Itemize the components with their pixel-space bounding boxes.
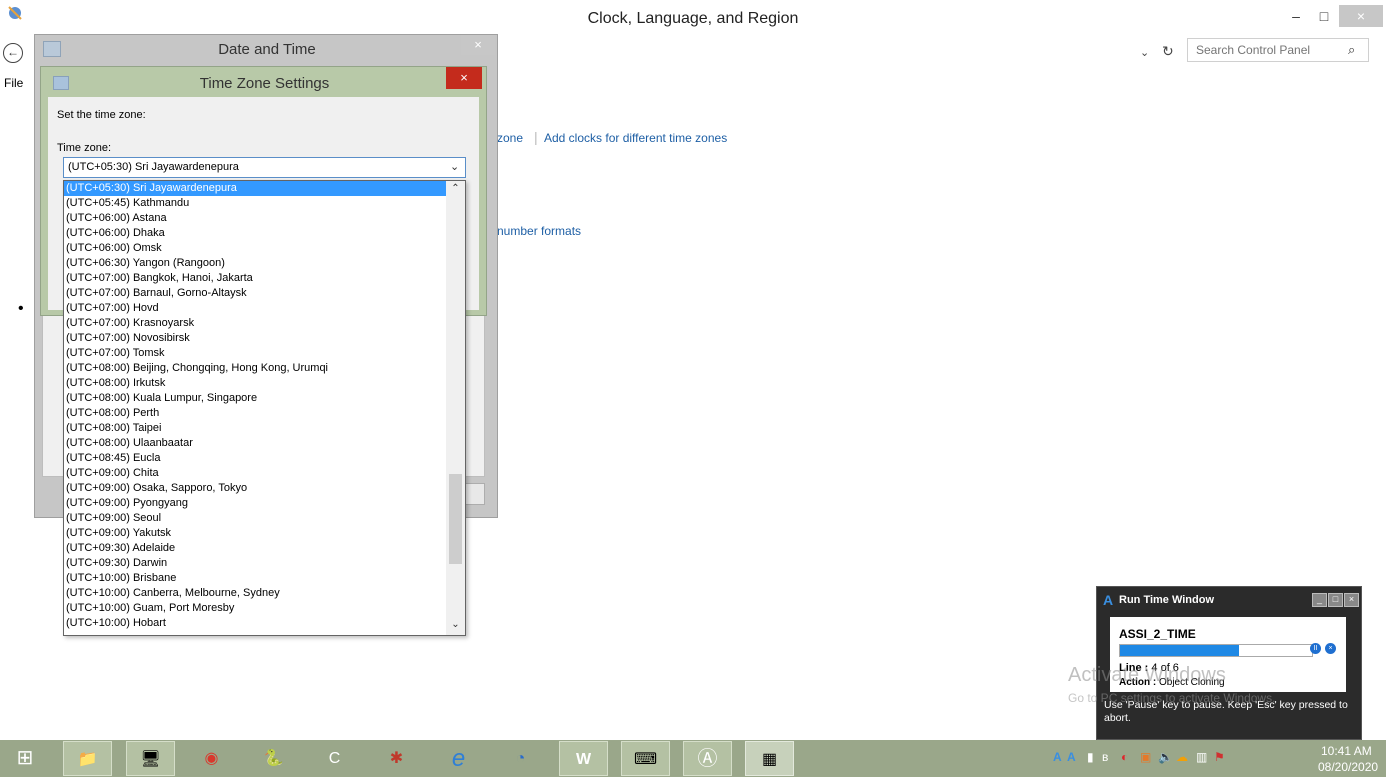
windows-start-icon[interactable]: ⊞ — [8, 741, 42, 776]
number-formats-link[interactable]: number formats — [497, 224, 581, 238]
stop-icon[interactable]: × — [1325, 643, 1336, 654]
chrome-icon[interactable]: ◉ — [187, 741, 236, 776]
time-zone-option[interactable]: (UTC+08:00) Ulaanbaatar — [64, 436, 446, 451]
link-separator: | — [534, 129, 538, 145]
bullet: • — [18, 300, 24, 317]
date-time-close-button[interactable]: × — [461, 35, 495, 55]
network-icon[interactable]: ▥ — [1196, 750, 1207, 764]
time-zone-combobox[interactable]: (UTC+05:30) Sri Jayawardenepura ⌄ — [63, 157, 466, 178]
tray-app-icon[interactable]: ◐ — [1121, 750, 1128, 764]
internet-explorer-icon[interactable]: e — [434, 741, 483, 776]
time-zone-option[interactable]: (UTC+07:00) Novosibirsk — [64, 331, 446, 346]
word-icon[interactable]: W — [559, 741, 608, 776]
time-zone-option[interactable]: (UTC+07:00) Tomsk — [64, 346, 446, 361]
time-zone-option[interactable]: (UTC+10:00) Guam, Port Moresby — [64, 601, 446, 616]
run-time-window: A Run Time Window _ □ × ASSI_2_TIME II ×… — [1096, 586, 1362, 740]
time-zone-dropdown-list[interactable]: (UTC+05:30) Sri Jayawardenepura (UTC+05:4… — [63, 180, 466, 636]
time-zone-selected-value: (UTC+05:30) Sri Jayawardenepura — [68, 161, 239, 173]
time-zone-option[interactable]: (UTC+09:00) Osaka, Sapporo, Tokyo — [64, 481, 446, 496]
time-zone-option[interactable]: (UTC+08:00) Kuala Lumpur, Singapore — [64, 391, 446, 406]
search-input[interactable] — [1187, 38, 1369, 62]
bluetooth-icon[interactable]: ʙ — [1102, 750, 1108, 764]
time-zone-option[interactable]: (UTC+09:30) Adelaide — [64, 541, 446, 556]
scroll-up-icon[interactable]: ⌃ — [446, 183, 465, 194]
time-zone-option[interactable]: (UTC+09:00) Yakutsk — [64, 526, 446, 541]
c-app-icon[interactable]: C — [310, 741, 359, 776]
chevron-down-icon[interactable]: ⌄ — [450, 160, 459, 173]
tray-a-icon[interactable]: A — [1053, 750, 1062, 764]
date-time-dialog-title: Date and Time — [218, 41, 316, 58]
time-zone-option[interactable]: (UTC+08:00) Beijing, Chongqing, Hong Kon… — [64, 361, 446, 376]
scroll-down-icon[interactable]: ⌄ — [446, 619, 465, 630]
cloud-icon[interactable]: ☁ — [1176, 750, 1188, 764]
refresh-icon[interactable]: ↻ — [1162, 43, 1174, 60]
tray-app-secondary-icon[interactable]: ▣ — [1140, 750, 1151, 764]
time-zone-option[interactable]: (UTC+07:00) Bangkok, Hanoi, Jakarta — [64, 271, 446, 286]
time-zone-option[interactable]: (UTC+07:00) Krasnoyarsk — [64, 316, 446, 331]
time-zone-close-button[interactable]: × — [446, 67, 482, 89]
time-zone-label: Time zone: — [57, 142, 112, 154]
date-time-app-icon[interactable]: ▦ — [745, 741, 794, 776]
window-title: Clock, Language, and Region — [587, 10, 799, 27]
task-progress-bar — [1119, 644, 1313, 657]
python-icon[interactable]: 🐍 — [249, 741, 298, 776]
time-zone-option[interactable]: (UTC+08:45) Eucla — [64, 451, 446, 466]
run-time-minimize-button[interactable]: _ — [1312, 593, 1327, 607]
time-zone-options: (UTC+05:30) Sri Jayawardenepura (UTC+05:4… — [64, 181, 446, 631]
time-zone-option[interactable]: (UTC+09:30) Darwin — [64, 556, 446, 571]
time-zone-option[interactable]: (UTC+09:00) Seoul — [64, 511, 446, 526]
tray-clock-date[interactable]: 08/20/2020 — [1318, 760, 1378, 774]
time-zone-option[interactable]: (UTC+10:00) Canberra, Melbourne, Sydney — [64, 586, 446, 601]
task-progress-fill — [1120, 645, 1240, 656]
time-zone-option[interactable]: (UTC+07:00) Hovd — [64, 301, 446, 316]
add-clocks-link[interactable]: Add clocks for different time zones — [544, 131, 727, 145]
time-zone-option[interactable]: (UTC+09:00) Pyongyang — [64, 496, 446, 511]
search-icon[interactable]: ⌕ — [1348, 42, 1355, 58]
signal-icon[interactable]: ▮ — [1087, 750, 1094, 764]
time-zone-option[interactable]: (UTC+10:00) Hobart — [64, 616, 446, 631]
time-zone-option[interactable]: (UTC+08:00) Taipei — [64, 421, 446, 436]
time-zone-option[interactable]: (UTC+08:00) Irkutsk — [64, 376, 446, 391]
file-explorer-icon[interactable]: 📁 — [63, 741, 112, 776]
dropdown-scrollbar[interactable]: ⌃ ⌄ — [446, 181, 465, 635]
time-zone-option[interactable]: (UTC+05:45) Kathmandu — [64, 196, 446, 211]
run-time-window-title: Run Time Window — [1119, 594, 1215, 606]
run-time-close-button[interactable]: × — [1344, 593, 1359, 607]
menu-file[interactable]: File — [4, 76, 23, 90]
taskbar: ⊞ 📁 🖥 ◉ 🐍 C ✱ e ◔ W ⌨ Ⓐ ▦ A A ▮ ʙ ◐ ▣ 🔈 … — [0, 740, 1386, 777]
time-zone-option[interactable]: (UTC+10:00) Brisbane — [64, 571, 446, 586]
address-dropdown-icon[interactable]: ⌄ — [1140, 46, 1149, 59]
region-settings-icon[interactable]: ⌨ — [621, 741, 670, 776]
remote-desktop-icon[interactable]: 🖥 — [126, 741, 175, 776]
run-time-maximize-button[interactable]: □ — [1328, 593, 1343, 607]
volume-icon[interactable]: 🔈 — [1158, 750, 1173, 764]
automation-app-icon[interactable]: Ⓐ — [683, 741, 732, 776]
automation-anywhere-icon: A — [1103, 592, 1114, 608]
maximize-button[interactable]: □ — [1310, 5, 1338, 27]
scrollbar-thumb[interactable] — [449, 474, 462, 564]
task-name: ASSI_2_TIME — [1119, 627, 1196, 641]
time-zone-option[interactable]: (UTC+07:00) Barnaul, Gorno-Altaysk — [64, 286, 446, 301]
back-arrow-icon[interactable]: ← — [3, 43, 23, 63]
time-zone-option[interactable]: (UTC+08:00) Perth — [64, 406, 446, 421]
activation-watermark-subtitle: Go to PC settings to activate Windows. — [1068, 691, 1276, 705]
activation-watermark-title: Activate Windows — [1068, 664, 1226, 686]
time-zone-option[interactable]: (UTC+06:30) Yangon (Rangoon) — [64, 256, 446, 271]
spider-app-icon[interactable]: ✱ — [372, 741, 421, 776]
pause-icon[interactable]: II — [1310, 643, 1321, 654]
minimize-button[interactable]: – — [1282, 5, 1310, 27]
time-zone-dialog-title: Time Zone Settings — [199, 75, 330, 92]
tray-clock-time[interactable]: 10:41 AM — [1321, 744, 1372, 758]
time-zone-option[interactable]: (UTC+05:30) Sri Jayawardenepura — [64, 181, 446, 196]
change-time-zone-link[interactable]: zone — [497, 131, 523, 145]
tray-a-secondary-icon[interactable]: A — [1067, 750, 1076, 764]
time-zone-option[interactable]: (UTC+06:00) Omsk — [64, 241, 446, 256]
set-time-zone-label: Set the time zone: — [57, 109, 146, 121]
time-zone-option[interactable]: (UTC+09:00) Chita — [64, 466, 446, 481]
close-button[interactable]: × — [1339, 5, 1383, 27]
app-icon[interactable]: ◔ — [496, 741, 545, 776]
action-center-flag-icon[interactable]: ⚑ — [1214, 750, 1225, 764]
time-zone-option[interactable]: (UTC+06:00) Astana — [64, 211, 446, 226]
time-zone-option[interactable]: (UTC+06:00) Dhaka — [64, 226, 446, 241]
